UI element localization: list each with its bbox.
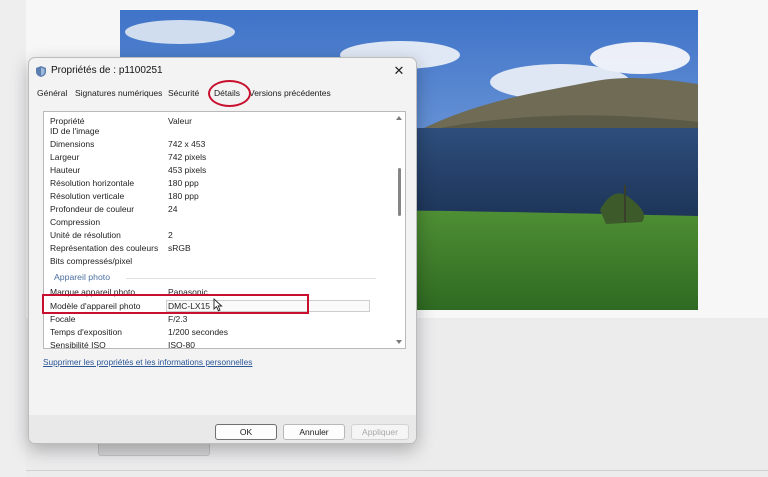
property-name: Bits compressés/pixel bbox=[50, 256, 133, 266]
property-name: Temps d'exposition bbox=[50, 327, 123, 337]
cancel-button[interactable]: Annuler bbox=[283, 424, 345, 440]
property-value: 742 x 453 bbox=[168, 139, 206, 149]
list-item[interactable]: Compression bbox=[44, 217, 392, 229]
ok-button[interactable]: OK bbox=[215, 424, 277, 440]
list-item[interactable]: Représentation des couleurs sRGB bbox=[44, 243, 392, 255]
property-name: Résolution horizontale bbox=[50, 178, 135, 188]
shield-icon bbox=[36, 66, 46, 77]
property-value: 24 bbox=[168, 204, 178, 214]
dialog-title: Propriétés de : p1100251 bbox=[51, 65, 163, 76]
list-item[interactable]: Résolution verticale 180 ppp bbox=[44, 191, 392, 203]
property-name: Représentation des couleurs bbox=[50, 243, 159, 253]
property-name: Résolution verticale bbox=[50, 191, 125, 201]
property-name: Sensibilité ISO bbox=[50, 340, 106, 349]
remove-properties-link[interactable]: Supprimer les propriétés et les informat… bbox=[43, 357, 252, 367]
property-name: Profondeur de couleur bbox=[50, 204, 135, 214]
list-item[interactable]: Résolution horizontale 180 ppp bbox=[44, 178, 392, 190]
tab-previous-versions[interactable]: Versions précédentes bbox=[249, 88, 331, 98]
property-value: sRGB bbox=[168, 243, 191, 253]
property-value: 1/200 secondes bbox=[168, 327, 229, 337]
list-item[interactable]: Hauteur 453 pixels bbox=[44, 165, 392, 177]
annotation-rectangle bbox=[42, 294, 309, 314]
property-name: Largeur bbox=[50, 152, 80, 162]
tab-security[interactable]: Sécurité bbox=[168, 88, 199, 98]
annotation-circle bbox=[208, 80, 251, 107]
property-value: 2 bbox=[168, 230, 173, 240]
scroll-down-arrow-icon[interactable] bbox=[396, 340, 402, 344]
background-sidebar bbox=[0, 0, 26, 477]
background-divider bbox=[26, 470, 768, 471]
list-item[interactable]: Unité de résolution 2 bbox=[44, 230, 392, 242]
list-item[interactable]: ID de l'image bbox=[44, 126, 392, 138]
property-name: Compression bbox=[50, 217, 101, 227]
tab-bar: Général Signatures numériques Sécurité D… bbox=[37, 80, 412, 107]
tab-signatures[interactable]: Signatures numériques bbox=[75, 88, 162, 98]
property-value: F/2.3 bbox=[168, 314, 188, 324]
property-name: Dimensions bbox=[50, 139, 95, 149]
property-value: 453 pixels bbox=[168, 165, 207, 175]
section-divider bbox=[126, 278, 376, 279]
apply-button[interactable]: Appliquer bbox=[351, 424, 409, 440]
close-button[interactable]: ✕ bbox=[388, 61, 410, 81]
mouse-cursor-icon bbox=[213, 298, 223, 312]
list-item[interactable]: Largeur 742 pixels bbox=[44, 152, 392, 164]
property-name: Unité de résolution bbox=[50, 230, 121, 240]
list-item[interactable]: Bits compressés/pixel bbox=[44, 256, 392, 268]
property-value: ISO-80 bbox=[168, 340, 195, 349]
section-heading: Appareil photo bbox=[54, 272, 111, 282]
property-value: 180 ppp bbox=[168, 178, 199, 188]
scroll-up-arrow-icon[interactable] bbox=[396, 116, 402, 120]
scrollbar-thumb[interactable] bbox=[398, 168, 401, 216]
column-header-property[interactable]: Propriété bbox=[50, 116, 85, 126]
list-item[interactable]: Focale F/2.3 bbox=[44, 314, 392, 326]
property-value: 180 ppp bbox=[168, 191, 199, 201]
column-header-value[interactable]: Valeur bbox=[168, 116, 192, 126]
close-icon: ✕ bbox=[393, 63, 405, 78]
list-item[interactable]: Dimensions 742 x 453 bbox=[44, 139, 392, 151]
list-item[interactable]: Sensibilité ISO ISO-80 bbox=[44, 340, 392, 349]
property-name: ID de l'image bbox=[50, 126, 100, 136]
property-name: Hauteur bbox=[50, 165, 81, 175]
properties-dialog: Propriétés de : p1100251 ✕ Général Signa… bbox=[28, 57, 417, 444]
property-name: Focale bbox=[50, 314, 76, 324]
list-item[interactable]: Profondeur de couleur 24 bbox=[44, 204, 392, 216]
property-value: 742 pixels bbox=[168, 152, 207, 162]
dialog-footer: OK Annuler Appliquer bbox=[29, 415, 416, 443]
vertical-scrollbar[interactable] bbox=[394, 113, 404, 347]
list-item[interactable]: Temps d'exposition 1/200 secondes bbox=[44, 327, 392, 339]
tab-general[interactable]: Général bbox=[37, 88, 67, 98]
